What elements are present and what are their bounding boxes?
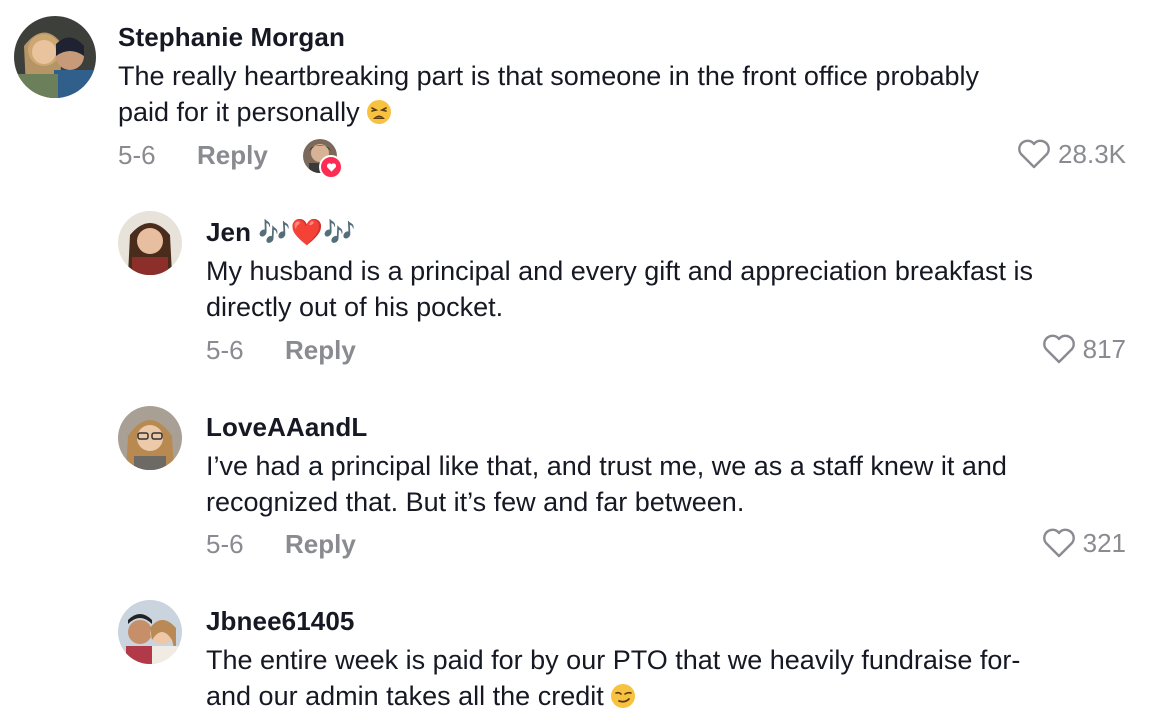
comment-text: The really heartbreaking part is that so… [118,58,1128,130]
comment-text: I’ve had a principal like that, and trus… [206,451,1007,517]
comment-text-body: The really heartbreaking part is that so… [118,61,979,127]
comment-jen: Jen 🎶❤️🎶 My husband is a principal and e… [0,190,1162,385]
comment-jbnee61405: Jbnee61405 The entire week is paid for b… [0,580,1162,726]
avatar[interactable] [118,211,182,275]
comment-username[interactable]: LoveAAandL [206,412,367,443]
heart-outline-icon [1016,138,1052,170]
comment-meta: 5-6 Reply [118,139,1162,180]
heart-outline-icon [1041,527,1077,559]
avatar[interactable] [14,16,96,98]
creator-liked-badge [303,139,343,179]
like-count: 321 [1082,527,1126,558]
like-button[interactable]: 817 [1041,333,1126,365]
weary-face-icon [366,99,392,125]
smirking-face-icon [610,683,636,709]
avatar[interactable] [118,406,182,470]
comment-date: 5-6 [118,140,156,170]
comment-loveaaandl: LoveAAandL I’ve had a principal like tha… [0,385,1162,580]
reply-button[interactable]: Reply [285,335,356,366]
like-count: 817 [1082,333,1126,364]
reply-button[interactable]: Reply [197,140,268,171]
comment-username[interactable]: Stephanie Morgan [118,22,345,53]
comment-text: My husband is a principal and every gift… [206,256,1033,322]
avatar[interactable] [118,600,182,664]
heart-badge-icon [319,155,343,179]
reply-button[interactable]: Reply [285,529,356,560]
comment-username[interactable]: Jbnee61405 [206,606,354,637]
comment-meta: 5-6 Reply [206,529,1106,569]
comment-stephanie-morgan: Stephanie Morgan The really heartbreakin… [0,0,1162,190]
comment-date: 5-6 [206,529,244,559]
comment-text: The entire week is paid for by our PTO t… [206,642,1136,714]
comment-username[interactable]: Jen 🎶❤️🎶 [206,217,356,248]
like-button[interactable]: 321 [1041,527,1126,559]
comment-meta: 5-6 Reply [206,335,1106,375]
heart-outline-icon [1041,333,1077,365]
like-count: 28.3K [1058,138,1126,169]
comment-date: 5-6 [206,335,244,365]
like-button[interactable]: 28.3K [1016,138,1126,170]
